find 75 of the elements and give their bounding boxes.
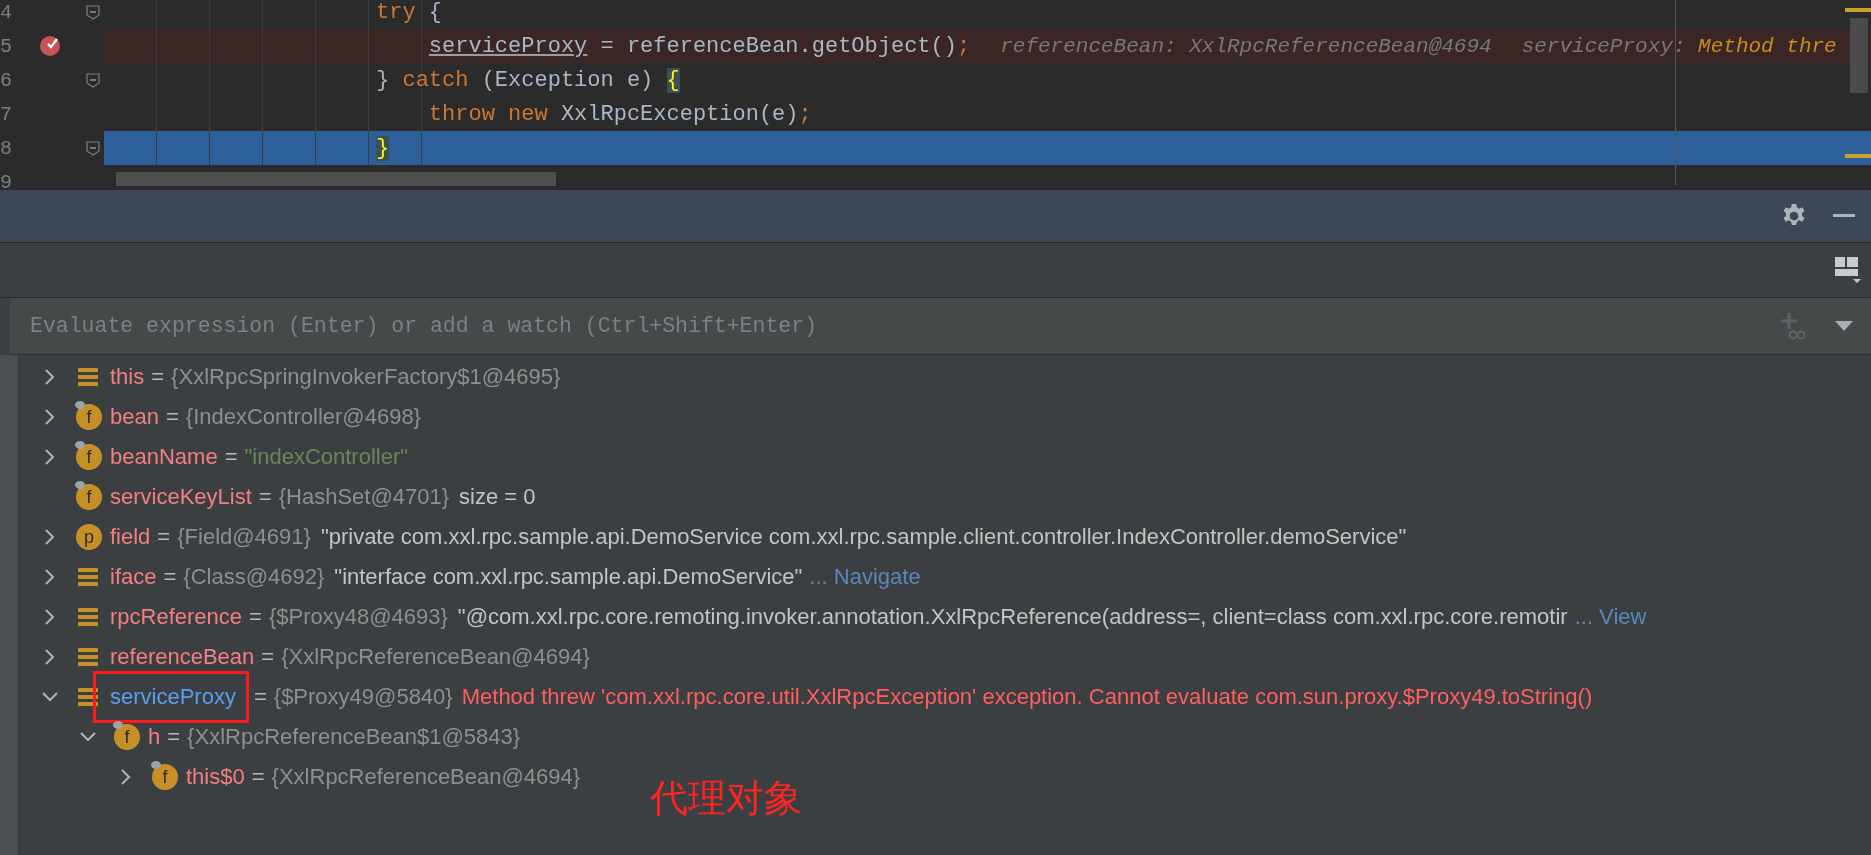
equals-sign: = bbox=[249, 604, 262, 630]
value-text: size = 0 bbox=[459, 484, 536, 510]
code-line: throw new XxlRpcException(e); bbox=[427, 101, 812, 127]
fold-icon[interactable] bbox=[86, 140, 100, 156]
equals-sign: = bbox=[157, 524, 171, 550]
equals-sign: = bbox=[151, 364, 165, 390]
code-line: try { bbox=[375, 0, 443, 25]
variable-name: bean bbox=[110, 404, 159, 430]
field-icon: f bbox=[152, 764, 178, 790]
line-number: 4 bbox=[0, 0, 13, 24]
line-number: 5 bbox=[0, 34, 13, 58]
variable-icon bbox=[78, 367, 98, 387]
scrollbar[interactable] bbox=[116, 172, 556, 186]
evaluate-input[interactable]: Evaluate expression (Enter) or add a watch (Ctrl+Shift+Enter) bbox=[28, 313, 1779, 339]
variable-value: {IndexController@4698} bbox=[185, 404, 421, 430]
equals-sign: = bbox=[253, 684, 267, 710]
breakpoint-icon[interactable] bbox=[39, 35, 61, 57]
variable-name: iface bbox=[110, 564, 157, 590]
field-icon: f bbox=[114, 724, 140, 750]
line-number: 6 bbox=[0, 68, 13, 92]
line-number: 8 bbox=[0, 136, 13, 160]
value-text: "interface com.xxl.rpc.sample.api.DemoService" bbox=[334, 564, 803, 590]
code-line: serviceProxy = referenceBean.getObject(); bbox=[427, 33, 971, 59]
variable-name: field bbox=[110, 524, 151, 550]
variable-name: h bbox=[148, 724, 161, 750]
variable-value: {XxlRpcReferenceBean@4694} bbox=[271, 764, 581, 790]
variable-value: {XxlRpcReferenceBean@4694} bbox=[281, 644, 590, 670]
equals-sign: = bbox=[165, 404, 179, 430]
value-text: "private com.xxl.rpc.sample.api.DemoService com.xxl.rpc.sample.client.controller.IndexController.demoService" bbox=[320, 524, 1407, 550]
equals-sign: = bbox=[251, 764, 265, 790]
error-message: Method threw 'com.xxl.rpc.core.util.XxlRpcException' exception. Cannot evaluate com.sun.proxy.$Proxy49.toString() bbox=[461, 684, 1593, 710]
link[interactable]: ... View bbox=[1574, 604, 1647, 630]
field-icon: f bbox=[76, 444, 102, 470]
line-number: 7 bbox=[0, 102, 13, 126]
variable-name: referenceBean bbox=[110, 644, 255, 670]
variable-value: {$Proxy49@5840} bbox=[273, 684, 453, 710]
code-line: } catch (Exception e) { bbox=[375, 67, 680, 93]
variable-name: rpcReference bbox=[110, 604, 243, 630]
variable-name: this$0 bbox=[186, 764, 245, 790]
scrollbar[interactable] bbox=[1850, 18, 1868, 93]
fold-icon[interactable] bbox=[86, 4, 100, 20]
variable-name: serviceKeyList bbox=[110, 484, 252, 510]
value-text: "@com.xxl.rpc.core.remoting.invoker.annotation.XxlRpcReference(address=, client=class com.xxl.rpc.core.remotir bbox=[457, 604, 1568, 630]
variable-icon bbox=[78, 607, 98, 627]
variable-name: this bbox=[110, 364, 145, 390]
line-number: 9 bbox=[0, 170, 13, 190]
layout-icon[interactable] bbox=[1835, 257, 1861, 283]
variable-value: {Class@4692} bbox=[183, 564, 325, 590]
evaluate-field[interactable]: Evaluate expression (Enter) or add a watch (Ctrl+Shift+Enter) bbox=[10, 298, 1871, 355]
inline-hint: serviceProxy: Method thre bbox=[1521, 34, 1837, 58]
field-icon: f bbox=[76, 484, 102, 510]
field-icon: f bbox=[76, 404, 102, 430]
variable-icon bbox=[78, 687, 98, 707]
property-icon: p bbox=[76, 524, 102, 550]
equals-sign: = bbox=[163, 564, 177, 590]
variable-value: {HashSet@4701} bbox=[278, 484, 450, 510]
equals-sign: = bbox=[167, 724, 181, 750]
equals-sign: = bbox=[224, 444, 238, 470]
variable-icon bbox=[78, 567, 98, 587]
variable-name: serviceProxy bbox=[93, 671, 249, 723]
link[interactable]: ... Navigate bbox=[809, 564, 921, 590]
variable-value: {XxlRpcReferenceBean$1@5843} bbox=[187, 724, 521, 750]
string-value: "indexController" bbox=[244, 444, 409, 470]
variable-icon bbox=[78, 647, 98, 667]
inline-hint: referenceBean: XxlRpcReferenceBean@4694 bbox=[1000, 34, 1492, 58]
fold-icon[interactable] bbox=[86, 72, 100, 88]
variable-value: {Field@4691} bbox=[177, 524, 311, 550]
annotation-text: 代理对象 bbox=[650, 776, 802, 821]
dropdown-caret-icon[interactable] bbox=[1835, 321, 1853, 331]
equals-sign: = bbox=[258, 484, 272, 510]
variable-value: {XxlRpcSpringInvokerFactory$1@4695} bbox=[171, 364, 561, 390]
minimize-icon[interactable] bbox=[1833, 214, 1855, 218]
variable-value: {$Proxy48@4693} bbox=[268, 604, 448, 630]
variable-name: beanName bbox=[110, 444, 218, 470]
equals-sign: = bbox=[261, 644, 275, 670]
